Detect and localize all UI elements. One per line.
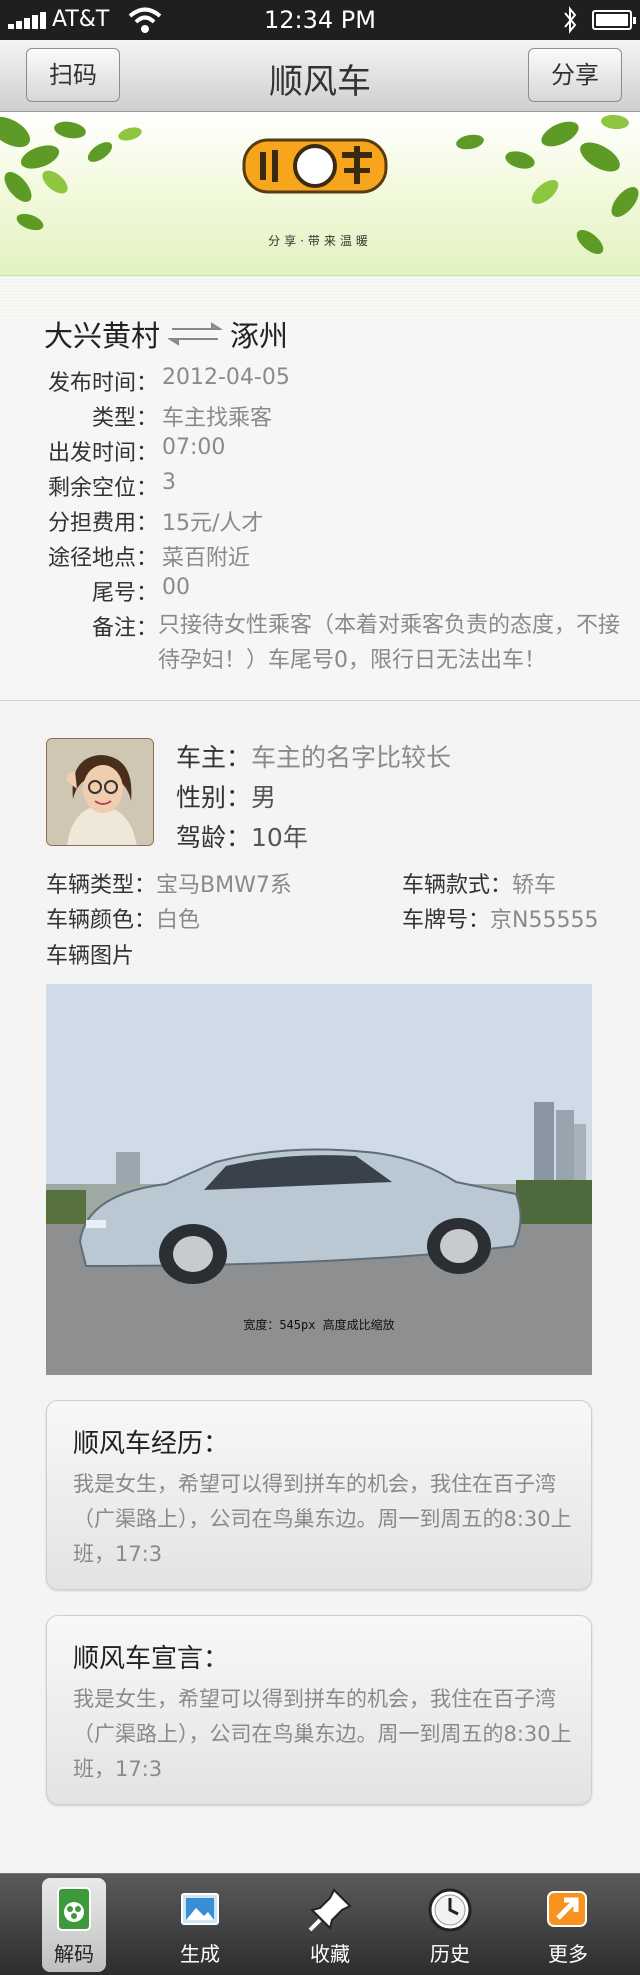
route-destination: 涿州 <box>230 319 289 353</box>
pin-icon <box>308 1888 352 1932</box>
info-value: 2012-04-05 <box>162 365 290 390</box>
arrow-icon <box>547 1891 587 1927</box>
info-value: 07:00 <box>162 435 226 460</box>
nav-bar: 扫码 顺风车 分享 <box>0 40 640 112</box>
info-row-seats: 剩余空位： 3 <box>30 470 176 502</box>
route-origin: 大兴黄村 <box>44 319 161 353</box>
tab-favorites[interactable]: 收藏 <box>266 1874 394 1975</box>
info-row-publish-time: 发布时间： 2012-04-05 <box>30 365 290 397</box>
status-bar: AT&T 12:34 PM <box>0 0 640 40</box>
owner-years-row: 驾龄：10年 <box>176 818 308 854</box>
owner-name-label: 车主： <box>176 743 252 772</box>
info-label: 途径地点： <box>47 546 158 571</box>
info-label: 剩余空位： <box>47 476 158 501</box>
vehicle-color-label: 车辆颜色： <box>46 908 157 933</box>
clock-icon <box>428 1888 472 1932</box>
owner-gender: 男 <box>251 783 277 812</box>
info-label: 尾号： <box>91 581 158 606</box>
info-row-plate-tail: 尾号： 00 <box>30 575 190 607</box>
tab-decode[interactable]: 解码 <box>10 1874 138 1975</box>
owner-years-label: 驾龄： <box>176 823 252 852</box>
vehicle-color: 白色 <box>156 908 201 933</box>
info-label: 发布时间： <box>47 371 158 396</box>
vehicle-plate: 京N55555 <box>490 908 599 933</box>
info-value: 菜百附近 <box>162 546 251 571</box>
vehicle-photo-title: 车辆图片 <box>46 944 135 969</box>
vehicle-plate-label: 车牌号： <box>402 908 491 933</box>
owner-gender-row: 性别：男 <box>176 778 276 814</box>
info-label: 分担费用： <box>47 511 158 536</box>
tab-generate[interactable]: 生成 <box>136 1874 264 1975</box>
banner-fade <box>0 276 640 316</box>
info-row-note: 备注： <box>30 610 158 642</box>
tab-history[interactable]: 历史 <box>386 1874 514 1975</box>
owner-years: 10年 <box>251 823 308 852</box>
banner: 分享·带来温暖 <box>0 112 640 276</box>
avatar-photo <box>47 739 153 845</box>
info-row-cost: 分担费用： 15元/人才 <box>30 505 263 537</box>
owner-name-row: 车主：车主的名字比较长 <box>176 738 451 774</box>
bluetooth-icon <box>564 6 577 34</box>
declaration-card: 顺风车宣言： 我是女生，希望可以得到拼车的机会，我住在百子湾（广渠路上），公司在… <box>46 1615 592 1805</box>
experience-card: 顺风车经历： 我是女生，希望可以得到拼车的机会，我住在百子湾（广渠路上），公司在… <box>46 1400 592 1590</box>
tab-label: 解码 <box>54 1942 94 1966</box>
avatar[interactable] <box>46 738 154 846</box>
vehicle-type-label: 车辆类型： <box>46 873 157 898</box>
route-header: 大兴黄村 涿州 <box>44 312 288 356</box>
vehicle-photo-label: 车辆图片 <box>46 938 134 970</box>
trip-info: 发布时间： 2012-04-05 类型： 车主找乘客 出发时间： 07:00 剩… <box>30 365 630 685</box>
tab-label: 生成 <box>180 1942 220 1966</box>
vehicle-type-row: 车辆类型：宝马BMW7系 <box>46 867 292 899</box>
vehicle-style: 轿车 <box>512 873 557 898</box>
owner-gender-label: 性别： <box>176 783 252 812</box>
tab-label: 收藏 <box>310 1942 350 1966</box>
generate-icon <box>181 1893 219 1925</box>
photo-caption: 宽度：545px 高度成比缩放 <box>243 1318 395 1332</box>
info-row-waypoint: 途径地点： 菜百附近 <box>30 540 250 572</box>
vehicle-style-row: 车辆款式：轿车 <box>402 867 556 899</box>
vehicle-type: 宝马BMW7系 <box>156 873 292 898</box>
card-title: 顺风车宣言： <box>73 1644 230 1674</box>
swap-arrows-icon <box>168 322 223 346</box>
tab-label: 更多 <box>548 1942 588 1966</box>
info-value: 3 <box>162 470 176 495</box>
tab-label: 历史 <box>430 1942 470 1966</box>
battery-icon <box>592 10 636 30</box>
owner-name: 车主的名字比较长 <box>251 743 452 772</box>
note-text: 只接待女性乘客（本着对乘客负责的态度，不接待孕妇！）车尾号0，限行日无法出车！ <box>158 613 621 673</box>
vehicle-style-label: 车辆款式： <box>402 873 513 898</box>
share-button[interactable]: 分享 <box>528 48 622 102</box>
info-label: 类型： <box>91 406 158 431</box>
tab-bar: 解码 生成 收藏 历史 更多 <box>0 1873 640 1975</box>
logo-icon <box>242 138 388 194</box>
info-value: 15元/人才 <box>162 511 264 536</box>
tab-more[interactable]: 更多 <box>504 1874 632 1975</box>
card-body: 我是女生，希望可以得到拼车的机会，我住在百子湾（广渠路上），公司在鸟巢东边。周一… <box>73 1687 572 1781</box>
vehicle-color-row: 车辆颜色：白色 <box>46 902 200 934</box>
info-value: 车主找乘客 <box>162 406 273 431</box>
decode-icon <box>57 1887 91 1931</box>
card-body: 我是女生，希望可以得到拼车的机会，我住在百子湾（广渠路上），公司在鸟巢东边。周一… <box>73 1472 572 1566</box>
info-label: 备注： <box>91 616 158 641</box>
vehicle-photo[interactable]: 宽度：545px 高度成比缩放 <box>46 984 592 1375</box>
logo-slogan: 分享·带来温暖 <box>268 234 372 248</box>
vehicle-plate-row: 车牌号：京N55555 <box>402 902 598 934</box>
info-label: 出发时间： <box>47 441 158 466</box>
info-row-departure-time: 出发时间： 07:00 <box>30 435 225 467</box>
card-title: 顺风车经历： <box>73 1429 230 1459</box>
info-row-type: 类型： 车主找乘客 <box>30 400 272 432</box>
info-value: 00 <box>162 575 190 600</box>
clock-time: 12:34 PM <box>264 6 376 34</box>
